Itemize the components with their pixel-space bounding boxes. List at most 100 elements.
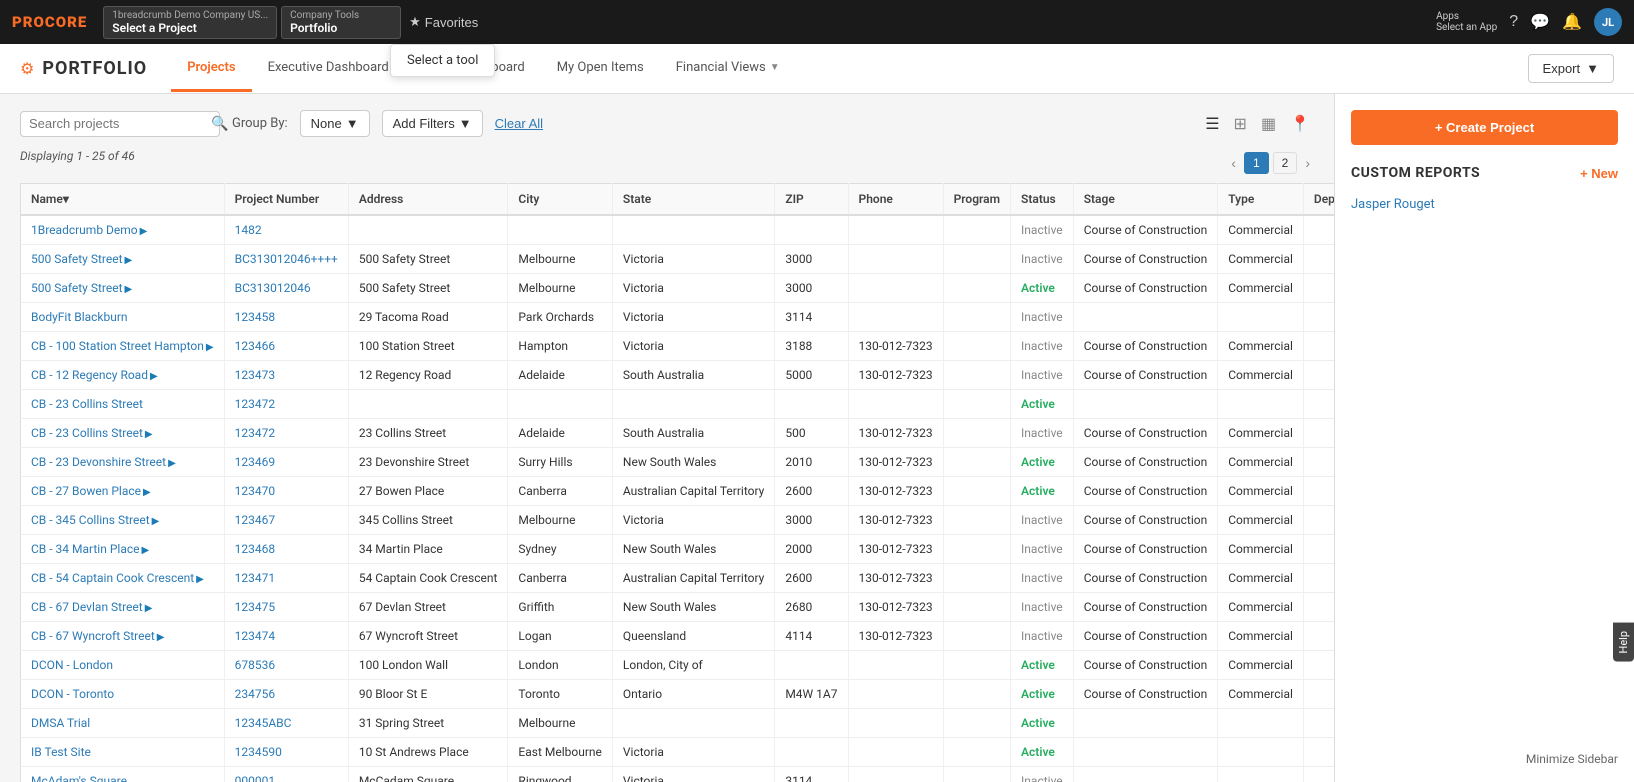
project-number-link[interactable]: 123472 xyxy=(235,397,275,411)
cell-number: 12345ABC xyxy=(224,709,348,738)
project-name-link[interactable]: CB - 34 Martin Place xyxy=(31,542,140,556)
cell-dept xyxy=(1303,245,1334,274)
tab-executive-dashboard[interactable]: Executive Dashboard xyxy=(252,46,405,92)
col-program[interactable]: Program xyxy=(943,184,1010,216)
avatar[interactable]: JL xyxy=(1594,8,1622,36)
company-breadcrumb[interactable]: 1breadcrumb Demo Company US... Select a … xyxy=(103,6,277,39)
apps-selector[interactable]: Apps Select an App xyxy=(1436,11,1497,33)
create-project-button[interactable]: + Create Project xyxy=(1351,110,1618,145)
list-view-button[interactable]: ☰ xyxy=(1201,112,1223,136)
project-name-link[interactable]: DMSA Trial xyxy=(31,716,90,730)
project-number-link[interactable]: 1482 xyxy=(235,223,262,237)
tab-projects[interactable]: Projects xyxy=(171,46,251,92)
cell-program xyxy=(943,535,1010,564)
project-number-link[interactable]: 123473 xyxy=(235,368,275,382)
next-page-button[interactable]: › xyxy=(1301,153,1314,173)
grid-view-button[interactable]: ⊞ xyxy=(1230,112,1251,136)
project-number-link[interactable]: 123474 xyxy=(235,629,275,643)
tab-financial-views[interactable]: Financial Views ▼ xyxy=(660,46,796,92)
map-view-button[interactable]: 📍 xyxy=(1286,112,1314,136)
project-number-link[interactable]: BC313012046++++ xyxy=(235,252,338,266)
favorites-button[interactable]: ★ Favorites xyxy=(409,14,478,30)
project-name-link[interactable]: 500 Safety Street xyxy=(31,252,123,266)
cell-dept xyxy=(1303,274,1334,303)
search-input[interactable] xyxy=(29,116,205,131)
page-1-button[interactable]: 1 xyxy=(1244,152,1269,174)
project-name-link[interactable]: CB - 23 Devonshire Street xyxy=(31,455,166,469)
project-number-link[interactable]: 123458 xyxy=(235,310,275,324)
col-address[interactable]: Address xyxy=(348,184,508,216)
cell-phone: 130-012-7323 xyxy=(848,535,943,564)
project-name-link[interactable]: CB - 67 Devlan Street xyxy=(31,600,143,614)
help-tab[interactable]: Help xyxy=(1613,623,1634,662)
project-name-link[interactable]: IB Test Site xyxy=(31,745,91,759)
add-filters-button[interactable]: Add Filters ▼ xyxy=(382,110,483,137)
group-by-dropdown[interactable]: None ▼ xyxy=(300,110,370,137)
project-number-link[interactable]: 12345ABC xyxy=(235,716,292,730)
cell-type: Commercial xyxy=(1218,535,1304,564)
project-name-link[interactable]: 500 Safety Street xyxy=(31,281,123,295)
project-name-link[interactable]: McAdam's Square xyxy=(31,774,127,782)
project-name-link[interactable]: CB - 23 Collins Street xyxy=(31,426,143,440)
card-view-button[interactable]: ▦ xyxy=(1257,112,1280,136)
tool-breadcrumb[interactable]: Company Tools Portfolio xyxy=(281,6,401,39)
project-number-link[interactable]: 678536 xyxy=(235,658,275,672)
project-number-link[interactable]: 123470 xyxy=(235,484,275,498)
project-name-link[interactable]: CB - 67 Wyncroft Street xyxy=(31,629,155,643)
cell-stage xyxy=(1073,767,1218,782)
col-stage[interactable]: Stage xyxy=(1073,184,1218,216)
project-name-link[interactable]: CB - 100 Station Street Hampton xyxy=(31,339,204,353)
new-report-button[interactable]: + New xyxy=(1580,166,1618,181)
project-number-link[interactable]: 000001 xyxy=(235,774,275,782)
page-2-button[interactable]: 2 xyxy=(1273,152,1298,174)
notifications-icon-btn[interactable]: 🔔 xyxy=(1562,12,1582,32)
chat-icon-btn[interactable]: 💬 xyxy=(1530,12,1550,32)
report-item[interactable]: Jasper Rouget xyxy=(1351,193,1618,216)
col-number[interactable]: Project Number xyxy=(224,184,348,216)
cell-state: Victoria xyxy=(612,303,774,332)
project-number-link[interactable]: 234756 xyxy=(235,687,275,701)
help-icon-btn[interactable]: ? xyxy=(1509,13,1518,31)
project-name-link[interactable]: BodyFit Blackburn xyxy=(31,310,128,324)
col-status[interactable]: Status xyxy=(1011,184,1074,216)
project-number-link[interactable]: 1234590 xyxy=(235,745,282,759)
cell-name: CB - 23 Collins Street xyxy=(21,390,225,419)
project-name-link[interactable]: DCON - London xyxy=(31,658,113,672)
col-type[interactable]: Type xyxy=(1218,184,1304,216)
flag-icon: ▶ xyxy=(142,545,150,556)
project-number-link[interactable]: BC313012046 xyxy=(235,281,311,295)
col-name[interactable]: Name▾ xyxy=(21,184,225,216)
project-name-link[interactable]: 1Breadcrumb Demo xyxy=(31,223,138,237)
project-number-link[interactable]: 123475 xyxy=(235,600,275,614)
project-name-link[interactable]: CB - 345 Collins Street xyxy=(31,513,150,527)
cell-zip: 3000 xyxy=(775,506,848,535)
project-name-link[interactable]: DCON - Toronto xyxy=(31,687,114,701)
col-state[interactable]: State xyxy=(612,184,774,216)
project-number-link[interactable]: 123469 xyxy=(235,455,275,469)
cell-dept xyxy=(1303,651,1334,680)
project-name-link[interactable]: CB - 12 Regency Road xyxy=(31,368,148,382)
clear-all-button[interactable]: Clear All xyxy=(495,116,543,131)
project-name-link[interactable]: CB - 54 Captain Cook Crescent xyxy=(31,571,194,585)
project-number-link[interactable]: 123467 xyxy=(235,513,275,527)
prev-page-button[interactable]: ‹ xyxy=(1227,153,1240,173)
cell-dept xyxy=(1303,332,1334,361)
tab-my-open-items[interactable]: My Open Items xyxy=(541,46,660,92)
cell-address: 500 Safety Street xyxy=(348,245,508,274)
gear-icon[interactable]: ⚙ xyxy=(20,59,34,78)
project-number-link[interactable]: 123472 xyxy=(235,426,275,440)
project-name-link[interactable]: CB - 27 Bowen Place xyxy=(31,484,141,498)
export-button[interactable]: Export ▼ xyxy=(1528,54,1614,83)
minimize-sidebar-button[interactable]: Minimize Sidebar xyxy=(1526,752,1618,766)
col-zip[interactable]: ZIP xyxy=(775,184,848,216)
project-number-link[interactable]: 123471 xyxy=(235,571,275,585)
project-number-link[interactable]: 123466 xyxy=(235,339,275,353)
project-name-link[interactable]: CB - 23 Collins Street xyxy=(31,397,143,411)
col-department[interactable]: Department xyxy=(1303,184,1334,216)
col-phone[interactable]: Phone xyxy=(848,184,943,216)
cell-address: 67 Wyncroft Street xyxy=(348,622,508,651)
cell-status: Inactive xyxy=(1011,215,1074,245)
cell-state: Victoria xyxy=(612,245,774,274)
col-city[interactable]: City xyxy=(508,184,612,216)
project-number-link[interactable]: 123468 xyxy=(235,542,275,556)
